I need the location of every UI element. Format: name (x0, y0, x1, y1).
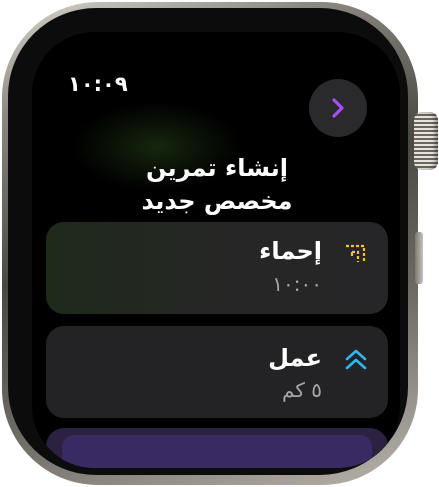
page-title: إنشاء تمرين مخصص جديد (72, 152, 362, 218)
list-item-partial-fill (62, 435, 372, 468)
warmup-icon (346, 244, 366, 262)
list-item-label: إحماء (259, 237, 322, 265)
list-item-label: عمل (268, 344, 322, 372)
page-title-line-1: إنشاء تمرين (146, 154, 288, 182)
list-item-warmup[interactable]: إحماء ١٠:٠٠ (46, 222, 388, 314)
side-button[interactable] (415, 232, 423, 284)
back-button[interactable] (309, 79, 367, 137)
status-time: ١٠:٠٩ (68, 72, 128, 96)
list-item-detail: ٥ كم (282, 378, 322, 402)
list-item-work[interactable]: عمل ٥ كم (46, 326, 388, 418)
chevron-right-icon (332, 98, 344, 118)
list-item-detail: ١٠:٠٠ (272, 272, 322, 296)
watch-bezel: ١٠:٠٩ إنشاء تمرين مخصص جديد إحماء ١٠:٠٠ … (8, 8, 408, 475)
double-chevron-up-icon (345, 349, 367, 370)
watch-screen: ١٠:٠٩ إنشاء تمرين مخصص جديد إحماء ١٠:٠٠ … (32, 32, 400, 468)
digital-crown[interactable] (414, 112, 438, 170)
page-title-line-2: مخصص جديد (141, 187, 293, 215)
list-item-partial[interactable] (46, 428, 388, 468)
